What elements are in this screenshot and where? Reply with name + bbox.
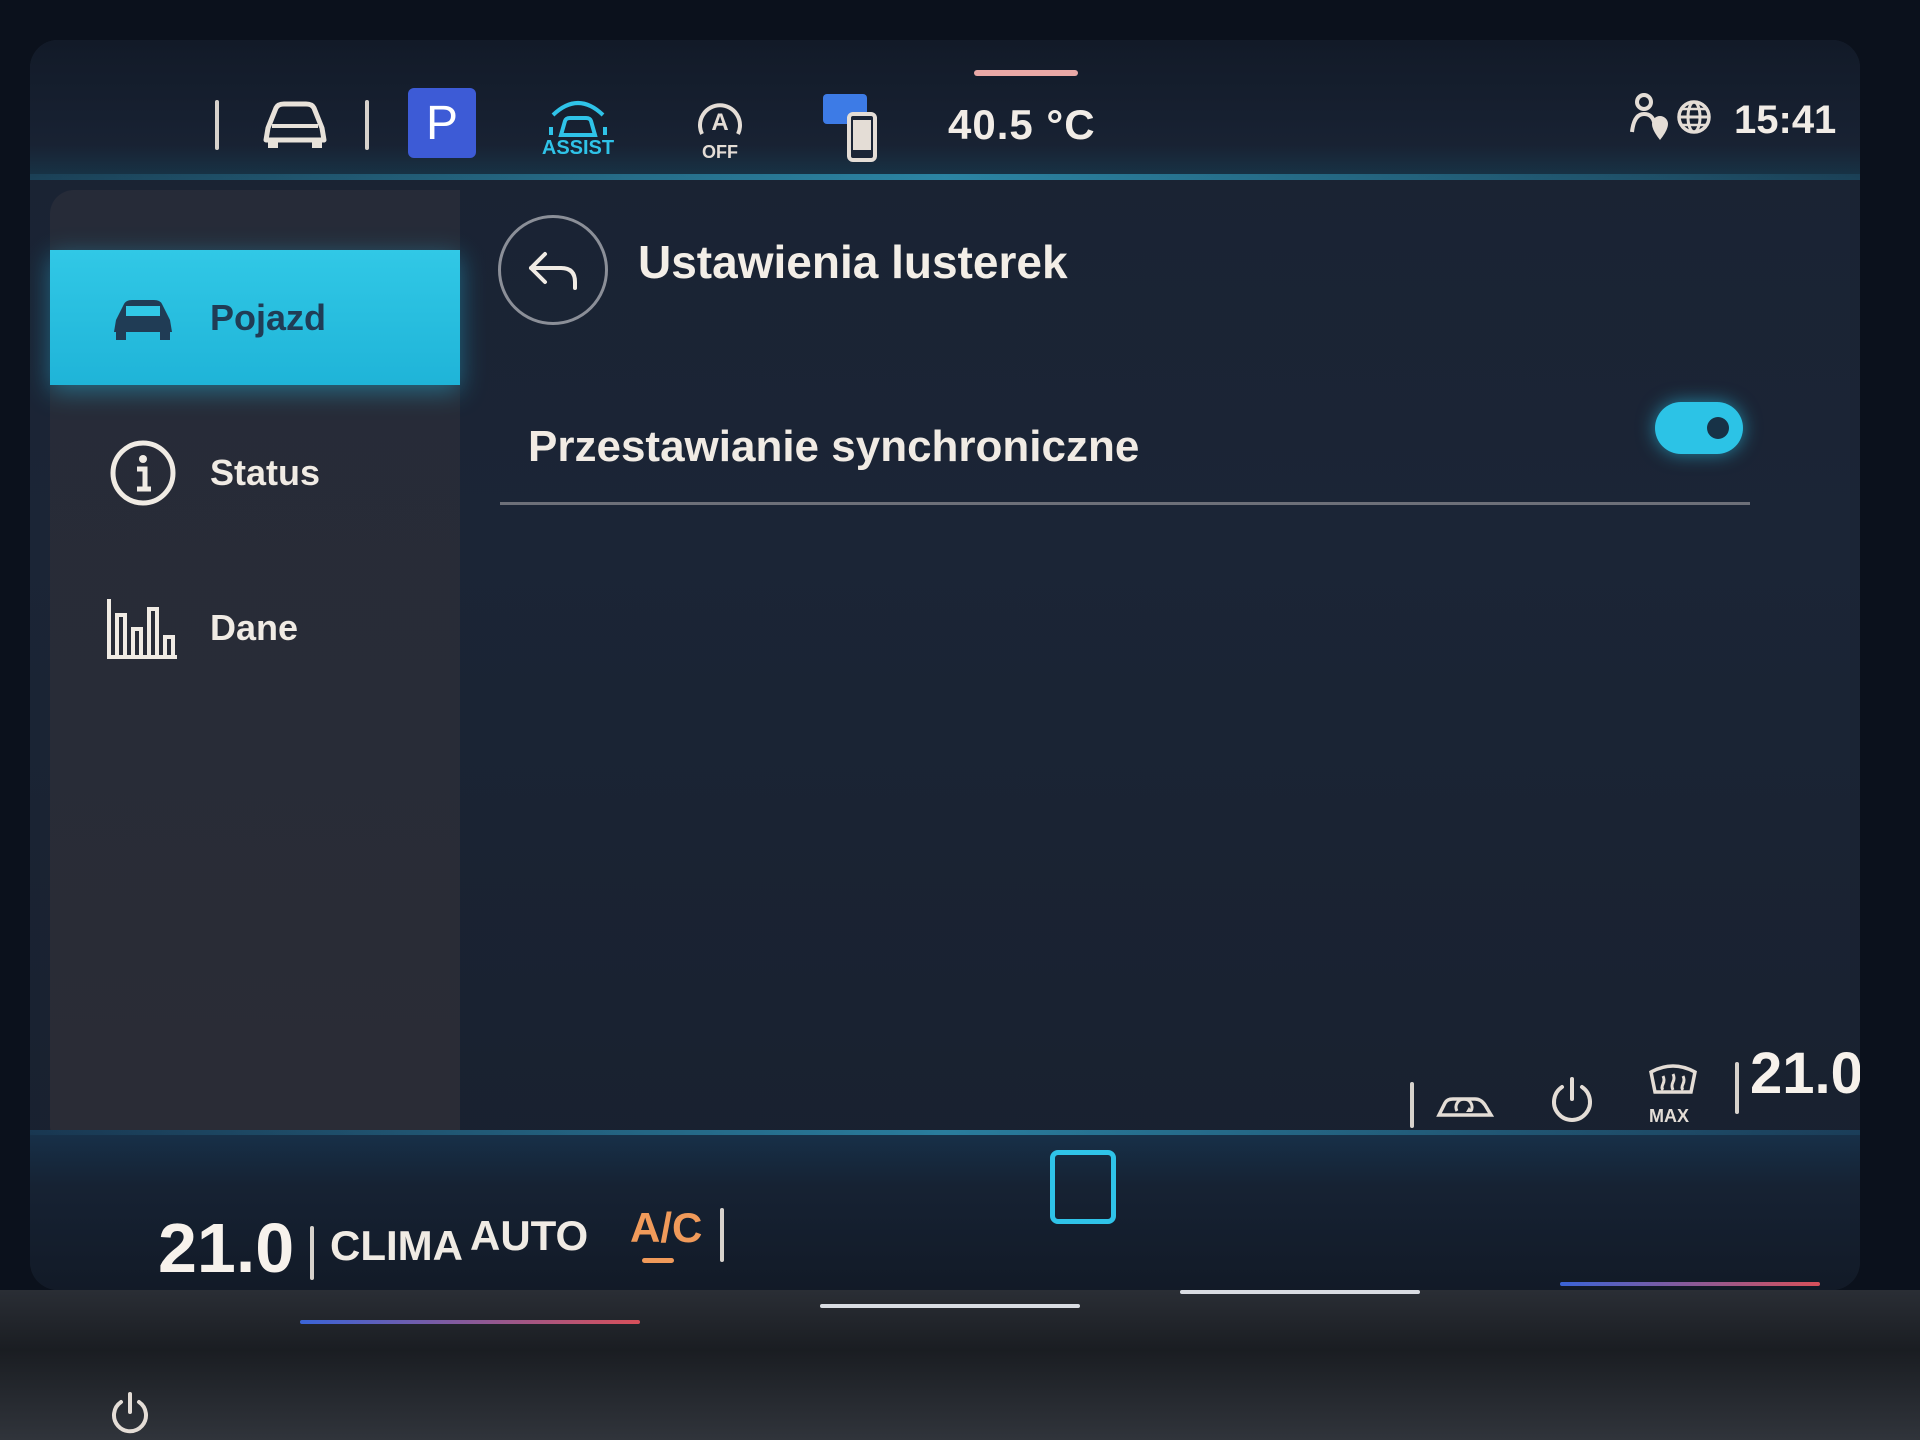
park-assist-button[interactable]: P (408, 88, 476, 158)
temperature-slider-right[interactable] (1560, 1282, 1820, 1286)
temperature-slider-left[interactable] (300, 1320, 640, 1324)
infotainment-screen: P ASSIST A OFF 40.5 °C 15:41 Pojazd Stat… (30, 40, 1860, 1290)
auto-start-stop-icon: A (698, 102, 742, 136)
separator (1410, 1082, 1414, 1128)
defrost-icon (1649, 1064, 1697, 1094)
volume-slider-right[interactable] (1180, 1290, 1420, 1294)
info-icon (98, 428, 188, 518)
auto-start-stop-button[interactable]: A OFF (680, 90, 760, 170)
driver-assist-button[interactable]: ASSIST (538, 88, 618, 168)
sidebar-item-label: Dane (210, 606, 299, 648)
status-bar: P ASSIST A OFF 40.5 °C 15:41 (30, 40, 1860, 180)
sidebar: Pojazd Status Dane (50, 190, 460, 1150)
bar-chart-icon (98, 583, 188, 673)
home-button[interactable] (1050, 1150, 1116, 1224)
outside-temperature: 40.5 °C (948, 101, 1096, 148)
globe-icon[interactable] (1670, 92, 1718, 142)
car-icon[interactable] (255, 92, 335, 158)
recirculation-icon[interactable] (1435, 1085, 1495, 1125)
car-icon (98, 273, 188, 363)
sidebar-item-label: Status (210, 451, 321, 493)
temperature-indicator-bar (974, 70, 1078, 76)
sidebar-item-data[interactable]: Dane (50, 560, 460, 695)
park-label: P (425, 96, 458, 150)
power-icon[interactable] (105, 1390, 155, 1436)
divider (500, 502, 1750, 505)
max-label: MAX (1649, 1106, 1689, 1126)
volume-slider[interactable] (820, 1304, 1080, 1308)
auto-button[interactable]: AUTO (470, 1212, 588, 1260)
climate-bar: 21.0 MAX 21.0 CLIMA AUTO A/C (30, 1041, 1860, 1290)
phone-projection-icon[interactable] (815, 88, 885, 168)
separator (310, 1226, 314, 1280)
clock: 15:41 (1734, 97, 1837, 142)
hardware-control-strip (0, 1282, 1920, 1440)
back-button[interactable] (498, 215, 608, 325)
climate-power-icon[interactable] (1548, 1075, 1596, 1127)
sidebar-item-label: Pojazd (210, 296, 327, 338)
assist-car-icon (549, 100, 607, 137)
separator (365, 100, 369, 150)
ac-active-indicator (642, 1258, 674, 1263)
sidebar-item-vehicle[interactable]: Pojazd (50, 250, 460, 385)
ac-button[interactable]: A/C (630, 1204, 702, 1252)
synchronous-adjustment-toggle[interactable] (1655, 402, 1743, 454)
separator (1735, 1062, 1739, 1114)
assist-label: ASSIST (541, 136, 615, 159)
sidebar-item-status[interactable]: Status (50, 405, 460, 540)
clima-button[interactable]: CLIMA (330, 1222, 463, 1270)
separator (720, 1208, 724, 1262)
back-arrow-icon (529, 252, 577, 290)
separator (215, 100, 219, 150)
passenger-temperature[interactable]: 21.0 (1750, 1040, 1860, 1107)
svg-text:A: A (711, 109, 728, 136)
max-defrost-button[interactable]: MAX (1645, 1062, 1701, 1128)
toggle-knob (1707, 417, 1729, 439)
auto-off-label: OFF (702, 141, 738, 162)
setting-label: Przestawianie synchroniczne (528, 422, 1140, 471)
driver-temperature[interactable]: 21.0 (158, 1208, 294, 1288)
setting-row-synchronous-adjustment[interactable]: Przestawianie synchroniczne (500, 370, 1750, 505)
apps-grid-icon[interactable] (85, 98, 191, 150)
page-title: Ustawienia lusterek (638, 236, 1068, 288)
